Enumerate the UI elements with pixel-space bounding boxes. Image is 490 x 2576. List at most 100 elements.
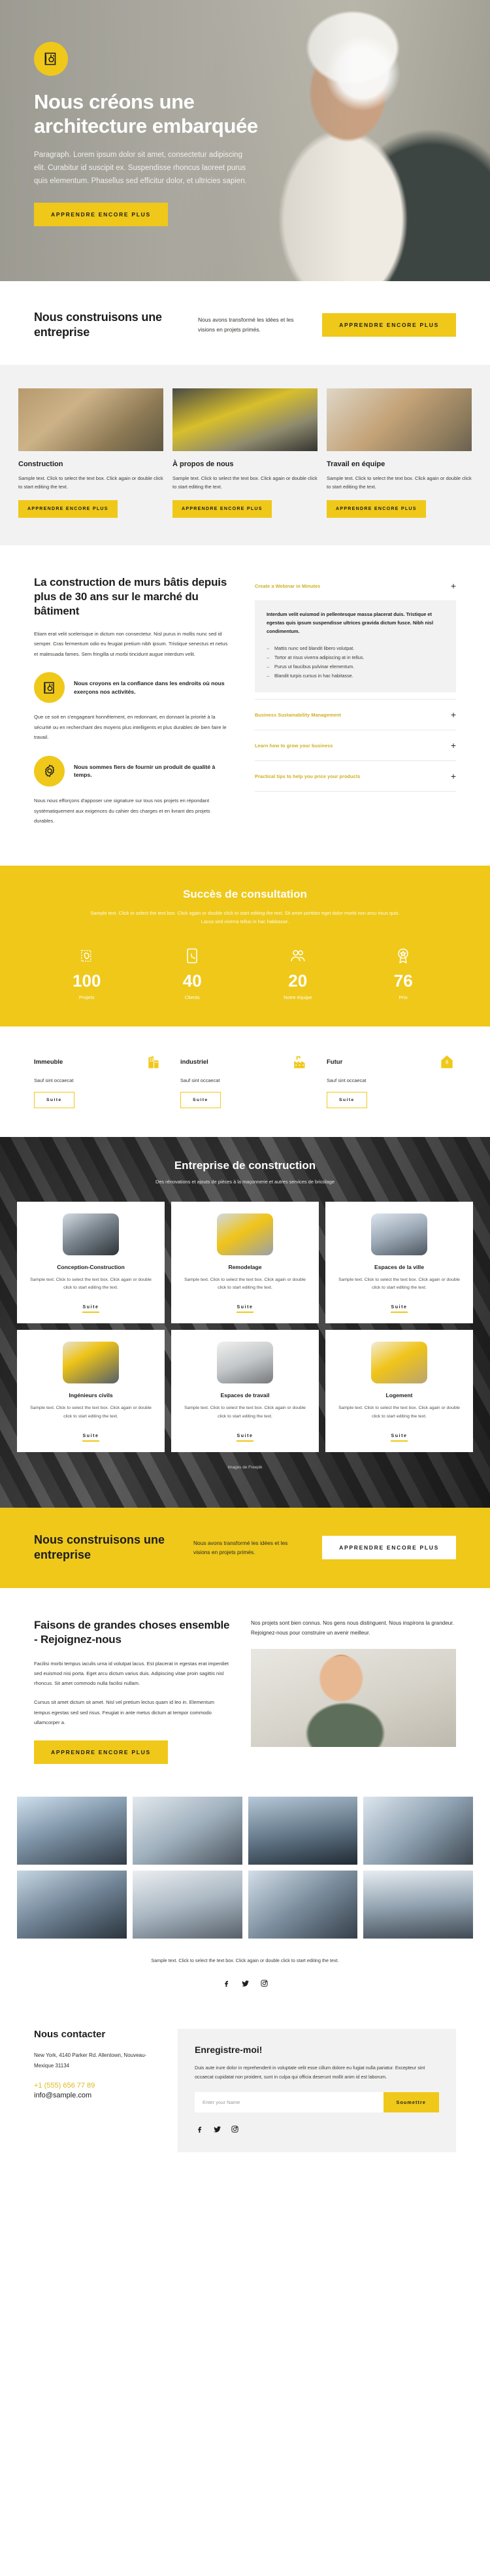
card-image: [327, 388, 472, 452]
panel-title: Interdum velit euismod in pellentesque m…: [267, 611, 434, 635]
mobile-tap-icon: [140, 945, 246, 967]
portfolio-thumbnail: [217, 1342, 273, 1384]
accordion-item-header[interactable]: Create a Webinar in Minutes +: [255, 575, 456, 596]
service-item: industriel Sauf sint occaecat Suite: [180, 1053, 310, 1108]
portfolio-card-link[interactable]: Suite: [82, 1434, 99, 1442]
stats-title: Succès de consultation: [183, 887, 307, 900]
accordion-item-title: Create a Webinar in Minutes: [255, 583, 321, 589]
stat-label: Clients: [184, 994, 200, 1000]
facebook-icon[interactable]: [221, 1978, 231, 1988]
join-us-photo: [251, 1648, 456, 1747]
portfolio-card-link[interactable]: Suite: [237, 1434, 253, 1442]
portfolio-card: Conception-Construction Sample text. Cli…: [17, 1202, 165, 1324]
eco-house-icon: [438, 1053, 456, 1071]
card-text: Sample text. Click to select the text bo…: [327, 475, 472, 490]
service-cta-button[interactable]: Suite: [180, 1092, 221, 1108]
intro-cta-button[interactable]: Apprendre encore plus: [322, 313, 456, 337]
gallery-caption-block: Sample text. Click to select the text bo…: [0, 1946, 490, 1972]
plus-icon[interactable]: +: [451, 741, 456, 750]
gallery-image[interactable]: [17, 1871, 127, 1939]
intro-title: Nous construisons une entreprise: [34, 311, 162, 339]
footer-address: New York, 4140 Parker Rd. Allentown, Nou…: [34, 2052, 147, 2069]
feature-card: Travail en équipe Sample text. Click to …: [327, 388, 472, 518]
panel-bullet: Purus ut faucibus pulvinar elementum.: [267, 662, 444, 671]
service-cta-button[interactable]: Suite: [327, 1092, 367, 1108]
join-us-title: Faisons de grandes choses ensemble - Rej…: [34, 1618, 230, 1646]
card-cta-button[interactable]: Apprendre encore plus: [172, 500, 272, 518]
accordion-panel: Interdum velit euismod in pellentesque m…: [255, 600, 456, 693]
image-credit[interactable]: Images de Freepik: [17, 1465, 473, 1470]
gallery-image[interactable]: [17, 1797, 127, 1865]
card-text: Sample text. Click to select the text bo…: [18, 475, 163, 490]
stat-label: Prix: [399, 994, 408, 1000]
card-cta-button[interactable]: Apprendre encore plus: [327, 500, 426, 518]
portfolio-card-text: Sample text. Click to select the text bo…: [338, 1406, 460, 1419]
gallery-image[interactable]: [248, 1871, 358, 1939]
plus-icon[interactable]: +: [451, 581, 456, 590]
plus-icon[interactable]: +: [451, 710, 456, 719]
gallery-grid: [0, 1786, 490, 1947]
portfolio-card-link[interactable]: Suite: [391, 1434, 408, 1442]
accordion-item-header[interactable]: Practical tips to help you price your pr…: [255, 761, 456, 791]
service-item: Futur Sauf sint occaecat Suite: [327, 1053, 456, 1108]
portfolio-card-link[interactable]: Suite: [237, 1305, 253, 1313]
service-item: Immeuble Sauf sint occaecat Suite: [34, 1053, 163, 1108]
service-text: Sauf sint occaecat: [327, 1077, 367, 1083]
card-cta-button[interactable]: Apprendre encore plus: [18, 500, 118, 518]
card-image: [18, 388, 163, 452]
facebook-icon[interactable]: [195, 2124, 204, 2134]
card-title: À propos de nous: [172, 460, 234, 469]
portfolio-card-title: Remodelage: [228, 1264, 262, 1270]
instagram-icon[interactable]: [259, 1978, 269, 1988]
twitter-icon[interactable]: [240, 1978, 250, 1988]
stat-item: 20 Notre équipe: [245, 945, 351, 1000]
service-title: Futur: [327, 1058, 343, 1066]
instagram-icon[interactable]: [230, 2124, 240, 2134]
about-title: La construction de murs bâtis depuis plu…: [34, 576, 227, 617]
panel-bullet: Mattis nunc sed blandit libero volutpat.: [267, 644, 444, 653]
twitter-icon[interactable]: [212, 2124, 222, 2134]
gallery-image[interactable]: [363, 1871, 473, 1939]
services-section: Immeuble Sauf sint occaecat Suite indust…: [0, 1026, 490, 1137]
footer-phone[interactable]: +1 (555) 656 77 89: [34, 2080, 158, 2092]
gallery-image[interactable]: [132, 1871, 242, 1939]
portfolio-thumbnail: [217, 1213, 273, 1255]
signup-text: Duis aute irure dolor in reprehenderit i…: [195, 2064, 425, 2080]
portfolio-card: Espaces de travail Sample text. Click to…: [171, 1330, 319, 1452]
footer-contact-title: Nous contacter: [34, 2028, 106, 2040]
accordion-item-header[interactable]: Learn how to grow your business +: [255, 730, 456, 760]
about-body: Etiam erat velit scelerisque in dictum n…: [34, 630, 228, 657]
join-us-cta-button[interactable]: Apprendre encore plus: [34, 1740, 168, 1765]
card-text: Sample text. Click to select the text bo…: [172, 475, 318, 490]
portfolio-thumbnail: [63, 1213, 119, 1255]
design-node-icon: [34, 945, 140, 967]
service-title: Immeuble: [34, 1058, 63, 1066]
hero-cta-button[interactable]: Apprendre encore plus: [34, 202, 168, 226]
portfolio-card-text: Sample text. Click to select the text bo…: [184, 1406, 306, 1419]
gallery-image[interactable]: [363, 1797, 473, 1865]
service-cta-button[interactable]: Suite: [34, 1092, 74, 1108]
gallery-image[interactable]: [248, 1797, 358, 1865]
gallery-image[interactable]: [132, 1797, 242, 1865]
portfolio-card-link[interactable]: Suite: [82, 1305, 99, 1313]
blueprint-icon: [34, 42, 68, 76]
cta-button[interactable]: Apprendre encore plus: [322, 1536, 456, 1560]
gallery-caption: Sample text. Click to select the text bo…: [151, 1957, 339, 1964]
portfolio-card-link[interactable]: Suite: [391, 1305, 408, 1313]
signup-form: Soumettre: [195, 2092, 439, 2113]
feature-cards-section: Construction Sample text. Click to selec…: [0, 365, 490, 546]
accordion-item-header[interactable]: Business Sustainability Management +: [255, 700, 456, 730]
portfolio-card-title: Espaces de travail: [220, 1392, 270, 1399]
users-icon: [245, 945, 351, 967]
portfolio-card-text: Sample text. Click to select the text bo…: [30, 1406, 152, 1419]
footer-email[interactable]: info@sample.com: [34, 2091, 158, 2101]
hero-section: Nous créons une architecture embarquée P…: [0, 0, 490, 281]
submit-button[interactable]: Soumettre: [383, 2092, 439, 2113]
name-input[interactable]: [195, 2092, 384, 2113]
card-title: Travail en équipe: [327, 460, 385, 469]
service-text: Sauf sint occaecat: [180, 1077, 220, 1083]
stat-label: Notre équipe: [284, 994, 312, 1000]
about-feature: Nous sommes fiers de fournir un produit …: [34, 755, 230, 787]
plus-icon[interactable]: +: [451, 771, 456, 781]
feature-card: À propos de nous Sample text. Click to s…: [172, 388, 318, 518]
